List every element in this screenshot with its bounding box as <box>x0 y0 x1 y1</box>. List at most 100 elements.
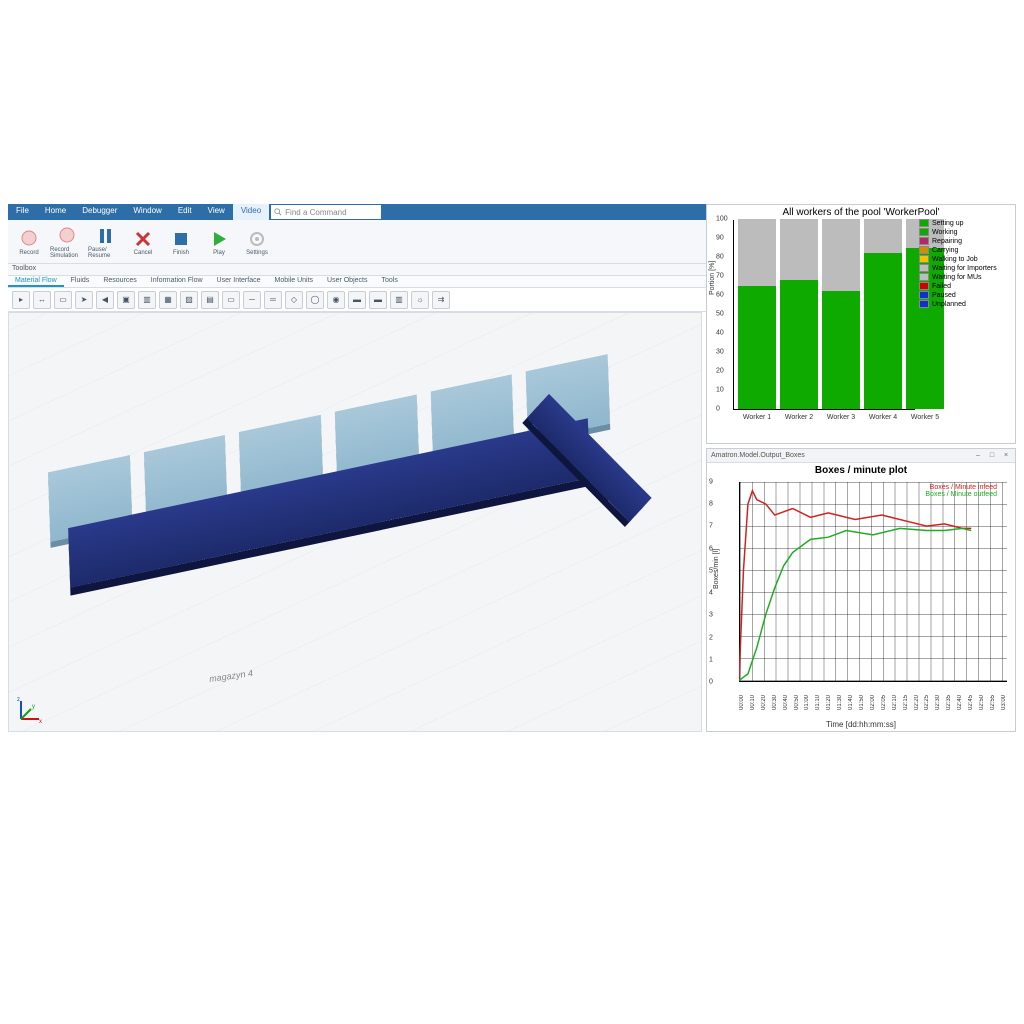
tab-tools[interactable]: Tools <box>374 276 404 287</box>
tool-portal-icon[interactable]: ▥ <box>390 291 408 309</box>
cancel-button[interactable]: Cancel <box>126 222 160 261</box>
minimize-icon[interactable]: – <box>973 452 983 459</box>
line-chart-xlabel: Time [dd:hh:mm:ss] <box>707 720 1015 729</box>
line-ytick: 2 <box>709 634 713 641</box>
pause-resume-button[interactable]: Pause/ Resume <box>88 222 122 261</box>
line-xtick: 02:00 <box>870 695 876 710</box>
tool-flow-icon[interactable]: ⇉ <box>432 291 450 309</box>
menu-edit[interactable]: Edit <box>170 204 200 220</box>
menu-file[interactable]: File <box>8 204 37 220</box>
ytick: 80 <box>716 254 724 261</box>
ytick: 40 <box>716 330 724 337</box>
legend-swatch-icon <box>919 228 929 236</box>
tool-buffer-icon[interactable]: ▭ <box>222 291 240 309</box>
menu-debugger[interactable]: Debugger <box>74 204 125 220</box>
tab-information-flow[interactable]: Information Flow <box>144 276 210 287</box>
svg-text:x: x <box>39 719 42 725</box>
legend-label: Waiting for Importers <box>932 265 997 272</box>
tool-track-icon[interactable]: ═ <box>264 291 282 309</box>
tool-station-icon[interactable]: ▣ <box>117 291 135 309</box>
line-ytick: 9 <box>709 479 713 486</box>
bar-xlabel: Worker 2 <box>780 414 818 421</box>
legend-label: Paused <box>932 292 956 299</box>
line-xtick: 02:50 <box>979 695 985 710</box>
menu-video[interactable]: Video <box>233 204 269 220</box>
line-chart-legend: Boxes / Minute infeed Boxes / Minute out… <box>925 484 997 498</box>
legend-label: Walking to Job <box>932 256 978 263</box>
tool-frame-icon[interactable]: ▭ <box>54 291 72 309</box>
close-icon[interactable]: × <box>1001 452 1011 459</box>
line-xtick: 02:10 <box>892 695 898 710</box>
line-xtick: 02:25 <box>924 695 930 710</box>
tool-converter-icon[interactable]: ▬ <box>369 291 387 309</box>
tool-angular-icon[interactable]: ◇ <box>285 291 303 309</box>
tab-resources[interactable]: Resources <box>96 276 143 287</box>
finish-label: Finish <box>173 250 189 256</box>
menu-window[interactable]: Window <box>125 204 169 220</box>
tool-sorter-icon[interactable]: ▬ <box>348 291 366 309</box>
line-xtick: 00:00 <box>739 695 745 710</box>
line-xtick: 02:30 <box>935 695 941 710</box>
tool-store-icon[interactable]: ▤ <box>201 291 219 309</box>
tool-turntable-icon[interactable]: ◯ <box>306 291 324 309</box>
worker-chart-plot: 0102030405060708090100Worker 1Worker 2Wo… <box>733 220 915 410</box>
line-xtick: 01:30 <box>837 695 843 710</box>
legend-row: Carrying <box>919 246 1013 254</box>
viewport-3d[interactable]: magazyn 4 z x y <box>8 312 702 732</box>
line-xtick: 00:50 <box>794 695 800 710</box>
bar-column: Worker 3 <box>822 219 860 409</box>
tool-connector-icon[interactable]: ↔ <box>33 291 51 309</box>
tool-robot-icon[interactable]: ☼ <box>411 291 429 309</box>
maximize-icon[interactable]: □ <box>987 452 997 459</box>
line-xtick: 02:20 <box>914 695 920 710</box>
play-label: Play <box>213 250 225 256</box>
axis-gizmo-icon: z x y <box>15 695 45 725</box>
command-search[interactable]: Find a Command <box>271 205 381 219</box>
settings-button[interactable]: Settings <box>240 222 274 261</box>
line-ytick: 6 <box>709 545 713 552</box>
menu-view[interactable]: View <box>200 204 233 220</box>
line-chart-ylabel: Boxes/min [l] <box>713 549 720 589</box>
tool-turnplate-icon[interactable]: ◉ <box>327 291 345 309</box>
tab-user-interface[interactable]: User Interface <box>210 276 268 287</box>
legend-label: Working <box>932 229 958 236</box>
line-xtick: 03:00 <box>1001 695 1007 710</box>
record-button[interactable]: Record <box>12 222 46 261</box>
line-xtick: 02:05 <box>881 695 887 710</box>
legend-swatch-icon <box>919 237 929 245</box>
ytick: 20 <box>716 368 724 375</box>
bar-xlabel: Worker 4 <box>864 414 902 421</box>
play-button[interactable]: Play <box>202 222 236 261</box>
tool-source-icon[interactable]: ➤ <box>75 291 93 309</box>
legend-row: Waiting for Importers <box>919 264 1013 272</box>
legend-row: Paused <box>919 291 1013 299</box>
bar-column: Worker 4 <box>864 219 902 409</box>
legend-label: Repairing <box>932 238 962 245</box>
line-xtick: 00:20 <box>761 695 767 710</box>
menu-home[interactable]: Home <box>37 204 74 220</box>
worker-chart-legend: Setting upWorkingRepairingCarryingWalkin… <box>919 219 1013 309</box>
tab-material-flow[interactable]: Material Flow <box>8 276 64 287</box>
finish-button[interactable]: Finish <box>164 222 198 261</box>
legend-label: Failed <box>932 283 951 290</box>
tool-dismantle-icon[interactable]: ▨ <box>180 291 198 309</box>
line-xtick: 01:10 <box>815 695 821 710</box>
worker-chart-title: All workers of the pool 'WorkerPool' <box>707 205 1015 220</box>
tab-fluids[interactable]: Fluids <box>64 276 97 287</box>
tool-drain-icon[interactable]: ◀ <box>96 291 114 309</box>
line-ytick: 8 <box>709 501 713 508</box>
line-chart-window-title: Amatron.Model.Output_Boxes <box>711 452 805 459</box>
tab-user-objects[interactable]: User Objects <box>320 276 374 287</box>
line-xtick: 02:55 <box>990 695 996 710</box>
record-sim-button[interactable]: Record Simulation <box>50 222 84 261</box>
record-icon <box>18 228 40 250</box>
tool-line-icon[interactable]: ─ <box>243 291 261 309</box>
legend-infeed: Boxes / Minute infeed <box>925 484 997 491</box>
tool-assembly-icon[interactable]: ▦ <box>159 291 177 309</box>
tab-mobile-units[interactable]: Mobile Units <box>268 276 321 287</box>
command-search-placeholder: Find a Command <box>285 208 346 217</box>
svg-text:z: z <box>17 697 20 703</box>
tool-pointer-icon[interactable]: ▸ <box>12 291 30 309</box>
legend-label: Unplanned <box>932 301 966 308</box>
tool-parallel-icon[interactable]: ▥ <box>138 291 156 309</box>
